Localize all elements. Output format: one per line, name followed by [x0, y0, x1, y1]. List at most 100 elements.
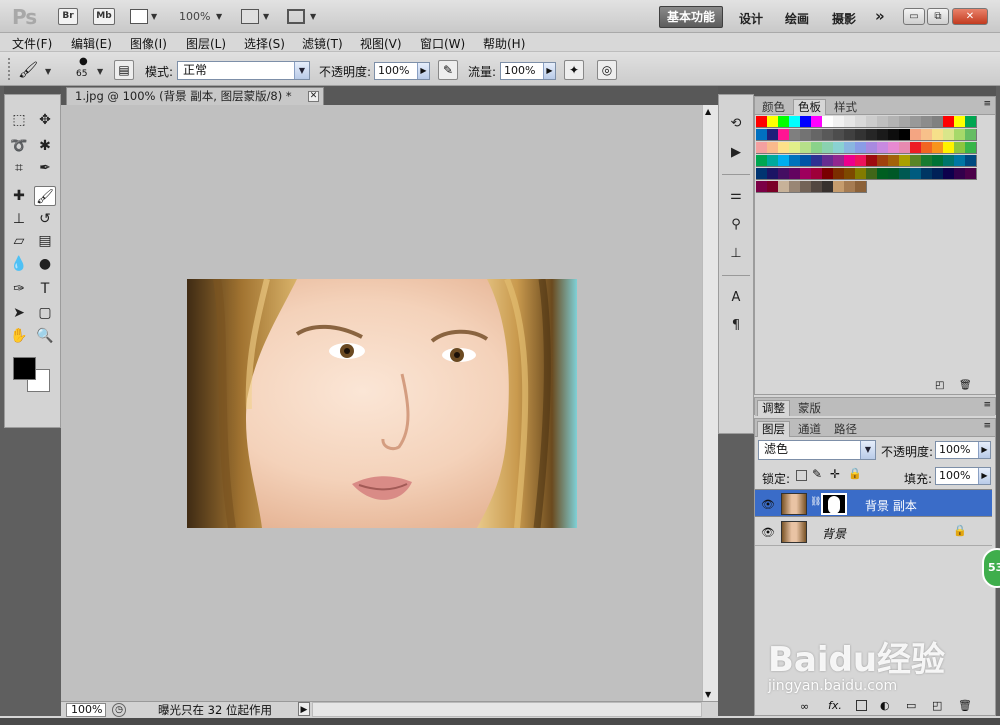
chevron-down-icon[interactable]: ▼: [97, 67, 103, 76]
trash-icon[interactable]: 🗑: [959, 380, 972, 391]
move-icon[interactable]: ✥: [34, 110, 56, 130]
tab-paths[interactable]: 路径: [829, 421, 862, 437]
brush-presets-icon[interactable]: ⚌: [726, 186, 746, 206]
tab-layers[interactable]: 图层: [757, 421, 790, 437]
layer-row[interactable]: 👁 背景 🔒: [755, 518, 992, 546]
color-swatch[interactable]: [965, 116, 977, 128]
tab-styles[interactable]: 样式: [829, 99, 862, 115]
eye-icon[interactable]: 👁: [761, 526, 775, 539]
chevron-down-icon[interactable]: ▼: [216, 12, 222, 21]
foreground-color-swatch[interactable]: [13, 357, 36, 380]
dodge-icon[interactable]: ●: [34, 254, 56, 274]
lock-all-icon[interactable]: 🔒: [848, 467, 862, 480]
adjustment-layer-icon[interactable]: ◐: [880, 699, 890, 712]
lock-pixels-icon[interactable]: ✎: [812, 467, 822, 481]
layer-row-selected[interactable]: 👁 ⛓ 背景 副本: [755, 489, 992, 517]
add-mask-icon[interactable]: [856, 700, 867, 711]
history-panel-icon[interactable]: ⟲: [726, 114, 746, 134]
restore-button[interactable]: ⧉: [927, 8, 949, 25]
tab-masks[interactable]: 蒙版: [793, 400, 826, 416]
marquee-icon[interactable]: ⬚: [8, 110, 30, 130]
menu-help[interactable]: 帮助(H): [483, 35, 525, 52]
path-select-icon[interactable]: ➤: [8, 303, 30, 323]
brush-tool-preset-icon[interactable]: 🖌: [18, 60, 38, 79]
panel-menu-icon[interactable]: ≡: [983, 99, 991, 109]
color-swatch[interactable]: [965, 168, 977, 180]
fx-icon[interactable]: fx.: [828, 699, 842, 712]
fill-input[interactable]: 100% ▶: [935, 467, 991, 485]
airbrush-icon[interactable]: ✦: [564, 60, 584, 80]
trash-icon[interactable]: 🗑: [958, 699, 972, 712]
menu-select[interactable]: 选择(S): [244, 35, 285, 52]
zoom-icon[interactable]: 🔍: [34, 326, 56, 346]
status-clock-icon[interactable]: ◷: [112, 703, 126, 717]
menu-window[interactable]: 窗口(W): [420, 35, 465, 52]
color-swatch[interactable]: [965, 129, 977, 141]
document-tab[interactable]: 1.jpg @ 100% (背景 副本, 图层蒙版/8) * ✕: [66, 87, 324, 105]
new-swatch-icon[interactable]: ◰: [935, 380, 944, 391]
hand-icon[interactable]: ✋: [8, 326, 30, 346]
tab-adjustments[interactable]: 调整: [757, 400, 790, 416]
flow-input[interactable]: 100% ▶: [500, 62, 556, 80]
layer-name[interactable]: 背景: [822, 525, 846, 542]
lock-transparent-icon[interactable]: [796, 470, 807, 481]
menu-layer[interactable]: 图层(L): [186, 35, 226, 52]
color-swatch[interactable]: [965, 142, 977, 154]
close-icon[interactable]: ✕: [308, 91, 319, 102]
page-badge[interactable]: 53: [982, 548, 1000, 588]
eraser-icon[interactable]: ▱: [8, 231, 30, 251]
scroll-up-icon[interactable]: ▲: [705, 107, 711, 116]
pen-icon[interactable]: ✑: [8, 279, 30, 299]
opacity-input[interactable]: 100% ▶: [374, 62, 430, 80]
link-icon[interactable]: ⛓: [810, 497, 821, 507]
photo-canvas[interactable]: [187, 279, 577, 528]
shape-icon[interactable]: ▢: [34, 303, 56, 323]
chevron-down-icon[interactable]: ▼: [45, 67, 51, 76]
group-icon[interactable]: ▭: [906, 699, 916, 712]
actions-panel-icon[interactable]: ▶: [726, 143, 746, 163]
chevron-right-icon[interactable]: ▶: [543, 63, 555, 79]
crop-icon[interactable]: ⌗: [8, 158, 30, 178]
chevron-right-icon[interactable]: ▶: [417, 63, 429, 79]
menu-file[interactable]: 文件(F): [12, 35, 52, 52]
mode-select[interactable]: 正常 ▼: [177, 61, 310, 80]
layer-opacity-input[interactable]: 100% ▶: [935, 441, 991, 459]
type-icon[interactable]: T: [34, 279, 56, 299]
vertical-scrollbar[interactable]: ▲ ▼: [702, 105, 718, 701]
history-brush-icon[interactable]: ↺: [34, 209, 56, 229]
eye-icon[interactable]: 👁: [761, 498, 775, 511]
menu-filter[interactable]: 滤镜(T): [302, 35, 343, 52]
brush-panel-toggle-icon[interactable]: ▤: [114, 60, 134, 80]
blur-icon[interactable]: 💧: [8, 254, 30, 274]
zoom-level[interactable]: 100%: [179, 10, 210, 23]
dock-header[interactable]: [718, 86, 754, 94]
pressure-size-icon[interactable]: ◎: [597, 60, 617, 80]
layer-mask-thumbnail[interactable]: [821, 493, 847, 515]
bridge-button[interactable]: Br: [58, 8, 78, 25]
chevron-right-icon[interactable]: ▶: [978, 442, 990, 458]
minimize-button[interactable]: ▭: [903, 8, 925, 25]
paragraph-panel-icon[interactable]: ¶: [726, 316, 746, 336]
screen-mode-icon[interactable]: [287, 9, 305, 24]
zoom-input[interactable]: 100%: [66, 703, 106, 717]
magic-wand-icon[interactable]: ✱: [34, 136, 56, 156]
lasso-icon[interactable]: ➰: [8, 136, 30, 156]
workspace-design-button[interactable]: 设计: [739, 10, 763, 27]
pressure-opacity-icon[interactable]: ✎: [438, 60, 458, 80]
character-panel-icon[interactable]: A: [726, 288, 746, 308]
healing-brush-icon[interactable]: ✚: [8, 186, 30, 206]
chevron-down-icon[interactable]: ▼: [310, 12, 316, 21]
gradient-icon[interactable]: ▤: [34, 231, 56, 251]
link-layers-icon[interactable]: ∞: [800, 700, 809, 713]
close-button[interactable]: ✕: [952, 8, 988, 25]
lock-position-icon[interactable]: ✛: [830, 467, 840, 481]
chevron-right-icon[interactable]: ▶: [978, 468, 990, 484]
layer-name[interactable]: 背景 副本: [865, 497, 917, 514]
eyedropper-icon[interactable]: ✒: [34, 158, 56, 178]
panel-menu-icon[interactable]: ≡: [983, 400, 991, 410]
scroll-down-icon[interactable]: ▼: [705, 690, 711, 699]
tab-color[interactable]: 颜色: [757, 99, 790, 115]
workspace-photography-button[interactable]: 摄影: [832, 10, 856, 27]
menu-edit[interactable]: 编辑(E): [71, 35, 112, 52]
clone-source-icon[interactable]: ⚲: [726, 215, 746, 235]
